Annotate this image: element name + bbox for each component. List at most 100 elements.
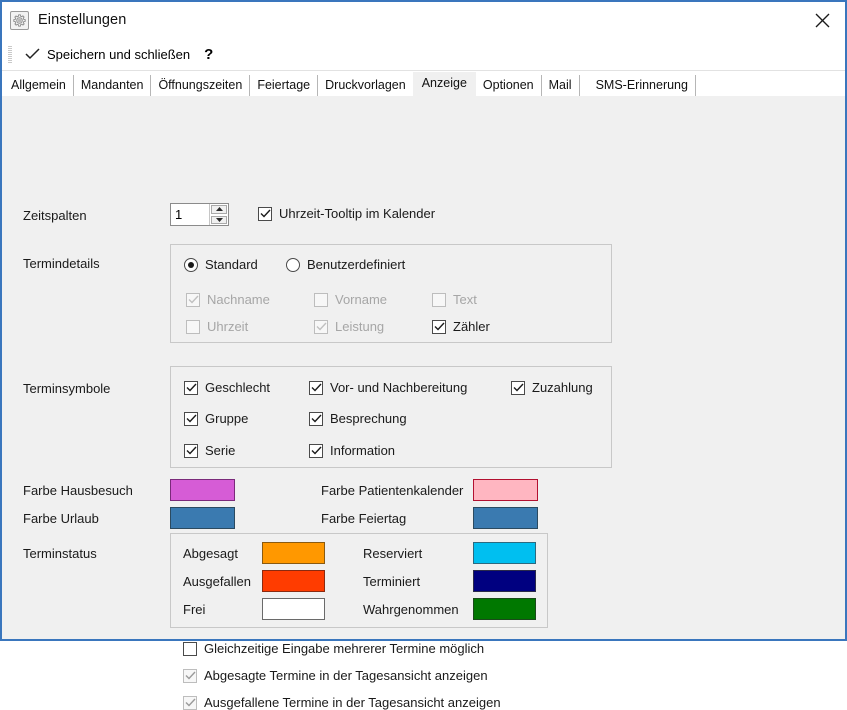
checkbox-label: Nachname <box>207 292 270 307</box>
checkbox-serie[interactable]: Serie <box>184 443 235 458</box>
tab-mail[interactable]: Mail <box>542 75 580 97</box>
checkbox-zaehler[interactable]: Zähler <box>432 319 490 334</box>
checkbox-label: Uhrzeit-Tooltip im Kalender <box>279 206 435 221</box>
checkbox-label: Information <box>330 443 395 458</box>
close-icon[interactable] <box>799 2 845 38</box>
checkbox-label: Zähler <box>453 319 490 334</box>
stepper-down-icon[interactable] <box>211 216 227 225</box>
checkbox-box <box>309 412 323 426</box>
checkbox-label: Gleichzeitige Eingabe mehrerer Termine m… <box>204 641 484 656</box>
window-title: Einstellungen <box>38 12 126 28</box>
checkbox-vor-und-nachbereitung[interactable]: Vor- und Nachbereitung <box>309 380 467 395</box>
status-wahrgenommen-label: Wahrgenommen <box>363 602 459 617</box>
checkbox-geschlecht[interactable]: Geschlecht <box>184 380 270 395</box>
checkbox-label: Besprechung <box>330 411 407 426</box>
tab-mandanten[interactable]: Mandanten <box>74 75 152 97</box>
checkbox-box <box>314 320 328 334</box>
terminsymbole-group: Geschlecht Vor- und Nachbereitung Zuzahl… <box>170 366 612 468</box>
zeitspalten-stepper[interactable]: 1 <box>170 203 229 226</box>
checkbox-box <box>511 381 525 395</box>
toolbar-grip[interactable] <box>8 46 12 63</box>
farbe-feiertag-swatch[interactable] <box>473 507 538 529</box>
tab-optionen[interactable]: Optionen <box>476 75 542 97</box>
checkbox-label: Text <box>453 292 477 307</box>
checkbox-besprechung[interactable]: Besprechung <box>309 411 407 426</box>
settings-window: Einstellungen Speichern und schließen ? … <box>0 0 847 641</box>
tab-bar: Allgemein Mandanten Öffnungszeiten Feier… <box>2 71 845 96</box>
terminstatus-group: Abgesagt Reserviert Ausgefallen Terminie… <box>170 533 548 628</box>
toolbar: Speichern und schließen ? <box>2 38 845 71</box>
zeitspalten-label: Zeitspalten <box>23 208 87 223</box>
tab-content-anzeige: Zeitspalten 1 Uhrzeit-Tooltip im Kalende… <box>2 96 845 639</box>
checkbox-label: Gruppe <box>205 411 248 426</box>
checkbox-ausgefallene-termine-anzeigen: Ausgefallene Termine in der Tagesansicht… <box>183 695 501 710</box>
checkbox-box <box>309 381 323 395</box>
termindetails-group: Standard Benutzerdefiniert Nachname Vorn… <box>170 244 612 343</box>
radio-standard[interactable]: Standard <box>184 257 258 272</box>
status-ausgefallen-swatch[interactable] <box>262 570 325 592</box>
checkbox-box <box>183 642 197 656</box>
help-button[interactable]: ? <box>196 46 221 63</box>
checkbox-box <box>184 412 198 426</box>
farbe-hausbesuch-label: Farbe Hausbesuch <box>23 483 133 498</box>
checkbox-label: Serie <box>205 443 235 458</box>
farbe-hausbesuch-swatch[interactable] <box>170 479 235 501</box>
tab-oeffnungszeiten[interactable]: Öffnungszeiten <box>151 75 250 97</box>
status-abgesagt-swatch[interactable] <box>262 542 325 564</box>
radio-label: Standard <box>205 257 258 272</box>
radio-benutzerdefiniert[interactable]: Benutzerdefiniert <box>286 257 405 272</box>
radio-circle <box>286 258 300 272</box>
terminsymbole-label: Terminsymbole <box>23 381 110 396</box>
radio-label: Benutzerdefiniert <box>307 257 405 272</box>
checkbox-leistung: Leistung <box>314 319 384 334</box>
checkbox-box <box>183 669 197 683</box>
checkbox-label: Vor- und Nachbereitung <box>330 380 467 395</box>
checkbox-abgesagte-termine-anzeigen: Abgesagte Termine in der Tagesansicht an… <box>183 668 488 683</box>
checkbox-text: Text <box>432 292 477 307</box>
checkbox-box <box>314 293 328 307</box>
save-and-close-button[interactable]: Speichern und schließen <box>19 41 196 67</box>
checkbox-label: Leistung <box>335 319 384 334</box>
stepper-up-icon[interactable] <box>211 205 227 214</box>
checkbox-zuzahlung[interactable]: Zuzahlung <box>511 380 593 395</box>
farbe-urlaub-swatch[interactable] <box>170 507 235 529</box>
zeitspalten-stepper-buttons <box>209 204 228 225</box>
checkbox-gleichzeitige-eingabe[interactable]: Gleichzeitige Eingabe mehrerer Termine m… <box>183 641 484 656</box>
farbe-urlaub-label: Farbe Urlaub <box>23 511 99 526</box>
status-abgesagt-label: Abgesagt <box>183 546 238 561</box>
radio-circle <box>184 258 198 272</box>
checkbox-uhrzeit: Uhrzeit <box>186 319 248 334</box>
farbe-patientenkalender-label: Farbe Patientenkalender <box>321 483 463 498</box>
status-terminiert-label: Terminiert <box>363 574 420 589</box>
status-terminiert-swatch[interactable] <box>473 570 536 592</box>
checkbox-nachname: Nachname <box>186 292 270 307</box>
farbe-feiertag-label: Farbe Feiertag <box>321 511 406 526</box>
checkbox-gruppe[interactable]: Gruppe <box>184 411 248 426</box>
checkbox-label: Zuzahlung <box>532 380 593 395</box>
zeitspalten-value[interactable]: 1 <box>171 204 209 225</box>
status-frei-swatch[interactable] <box>262 598 325 620</box>
status-reserviert-swatch[interactable] <box>473 542 536 564</box>
checkbox-box <box>186 320 200 334</box>
checkmark-icon <box>25 48 40 60</box>
tab-feiertage[interactable]: Feiertage <box>250 75 318 97</box>
checkbox-box <box>258 207 272 221</box>
checkbox-box <box>186 293 200 307</box>
checkbox-vorname: Vorname <box>314 292 387 307</box>
checkbox-box <box>183 696 197 710</box>
checkbox-label: Geschlecht <box>205 380 270 395</box>
checkbox-uhrzeit-tooltip[interactable]: Uhrzeit-Tooltip im Kalender <box>258 206 435 221</box>
checkbox-label: Vorname <box>335 292 387 307</box>
tab-allgemein[interactable]: Allgemein <box>4 75 74 97</box>
checkbox-label: Ausgefallene Termine in der Tagesansicht… <box>204 695 501 710</box>
tab-sms-erinnerung[interactable]: SMS-Erinnerung <box>589 75 696 97</box>
tab-druckvorlagen[interactable]: Druckvorlagen <box>318 75 413 97</box>
checkbox-box <box>309 444 323 458</box>
termindetails-label: Termindetails <box>23 256 100 271</box>
tab-anzeige[interactable]: Anzeige <box>413 72 476 96</box>
status-wahrgenommen-swatch[interactable] <box>473 598 536 620</box>
checkbox-information[interactable]: Information <box>309 443 395 458</box>
farbe-patientenkalender-swatch[interactable] <box>473 479 538 501</box>
terminstatus-label: Terminstatus <box>23 546 97 561</box>
checkbox-box <box>184 444 198 458</box>
